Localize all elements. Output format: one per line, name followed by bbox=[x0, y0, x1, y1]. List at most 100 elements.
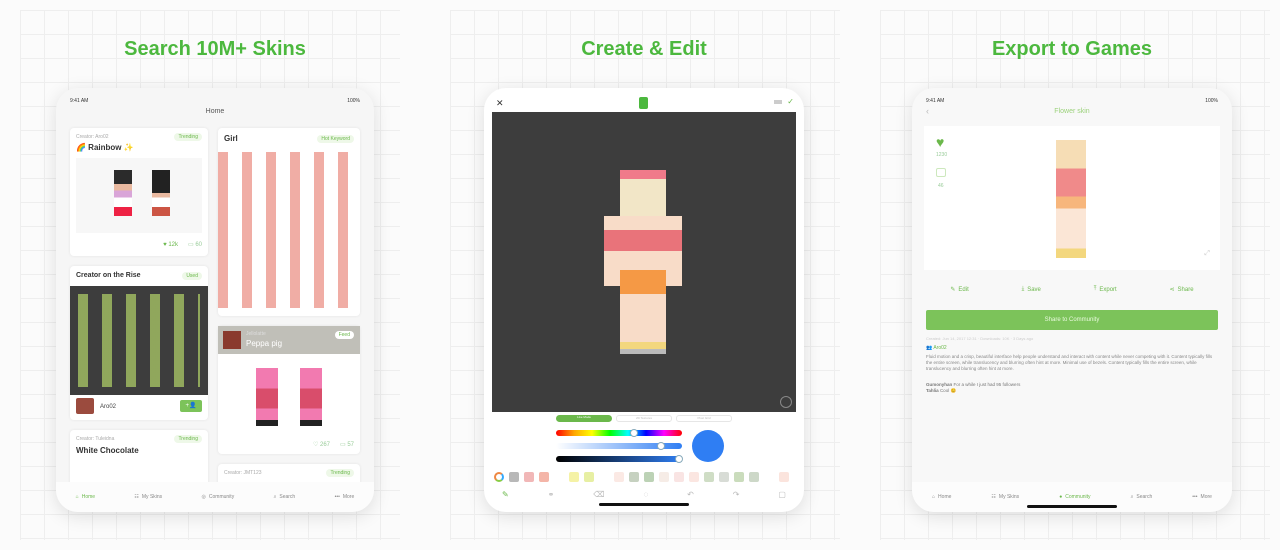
brightness-slider[interactable] bbox=[556, 455, 684, 463]
skins-icon: ☷ bbox=[134, 494, 139, 500]
bulb-icon[interactable]: ◌ bbox=[643, 490, 648, 499]
color-swatch[interactable] bbox=[599, 472, 609, 482]
page-title: Home bbox=[205, 108, 225, 115]
color-swatch[interactable] bbox=[509, 472, 519, 482]
close-button[interactable]: ✕ bbox=[496, 98, 504, 109]
tab-my-skins[interactable]: ☷ My Skins bbox=[134, 494, 162, 500]
author[interactable]: 👥 Aro02 bbox=[926, 345, 947, 351]
add-user-icon: +👤 bbox=[185, 403, 197, 409]
follow-button[interactable]: +👤 bbox=[180, 400, 202, 412]
status-battery: 100% bbox=[347, 98, 360, 104]
color-swatch[interactable] bbox=[749, 472, 759, 482]
mode-tabs: Live Mode 2D Textures Pixel Grid bbox=[556, 415, 732, 422]
color-swatch[interactable] bbox=[569, 472, 579, 482]
card-title: 🌈 Rainbow ✨ bbox=[76, 143, 134, 152]
share-button[interactable]: ⋖ Share bbox=[1170, 286, 1194, 294]
tab-community[interactable]: ◎ Community bbox=[202, 494, 235, 500]
tab-more[interactable]: ••• More bbox=[1192, 494, 1212, 500]
card-rainbow[interactable]: Creator: Aro02 Trending 🌈 Rainbow ✨ ♥ 12… bbox=[70, 128, 208, 256]
color-preview[interactable] bbox=[692, 430, 724, 462]
export-icon: ⤒ bbox=[1093, 286, 1097, 292]
tab-home[interactable]: ⌂ Home bbox=[76, 494, 95, 500]
swatch-row bbox=[494, 472, 789, 482]
color-swatch[interactable] bbox=[524, 472, 534, 482]
tab-more[interactable]: ••• More bbox=[335, 494, 355, 500]
skin-detail-card: ♥ 1230 46 ⤢ bbox=[924, 126, 1220, 270]
headline-search: Search 10M+ Skins bbox=[124, 38, 306, 60]
tab-2d-textures[interactable]: 2D Textures bbox=[616, 415, 672, 422]
crop-icon[interactable]: ▢ bbox=[778, 490, 786, 499]
card-title: White Chocolate bbox=[76, 446, 139, 455]
saturation-slider[interactable] bbox=[556, 442, 682, 450]
color-swatch[interactable] bbox=[614, 472, 624, 482]
tab-search[interactable]: ⌕ Search bbox=[274, 494, 296, 500]
comment-icon[interactable] bbox=[936, 168, 946, 177]
trending-badge: Trending bbox=[174, 435, 202, 443]
export-button[interactable]: ⤒ Export bbox=[1094, 286, 1117, 293]
skin-preview bbox=[76, 158, 202, 233]
color-swatch[interactable] bbox=[764, 472, 774, 482]
view-toggle-icon[interactable] bbox=[780, 396, 792, 408]
color-swatch[interactable] bbox=[734, 472, 744, 482]
trending-badge: Trending bbox=[174, 133, 202, 141]
hue-slider[interactable] bbox=[556, 429, 682, 437]
skin-model-icon[interactable] bbox=[639, 97, 648, 109]
community-icon: ● bbox=[1059, 494, 1063, 500]
color-swatch[interactable] bbox=[674, 472, 684, 482]
link-icon[interactable]: ⚭ bbox=[548, 490, 555, 499]
save-button[interactable]: ⤓ Save bbox=[1022, 286, 1041, 293]
card-girl[interactable]: Girl Hot Keyword bbox=[218, 128, 360, 316]
home-indicator bbox=[599, 503, 689, 506]
tab-home[interactable]: ⌂ Home bbox=[932, 494, 951, 500]
edit-button[interactable]: ✎ Edit bbox=[950, 286, 968, 294]
tab-search[interactable]: ⌕ Search bbox=[1131, 494, 1153, 500]
eraser-icon[interactable]: ⌫ bbox=[593, 490, 604, 499]
hue-slider-thumb[interactable] bbox=[630, 429, 639, 437]
color-swatch[interactable] bbox=[539, 472, 549, 482]
color-swatch[interactable] bbox=[779, 472, 789, 482]
color-swatch[interactable] bbox=[689, 472, 699, 482]
likes[interactable]: ♥ 12k bbox=[163, 242, 178, 248]
card-creator-rise[interactable]: Creator on the Rise Used Aro02 +👤 bbox=[70, 266, 208, 420]
device-search: 9:41 AM 100% Home Creator: Aro02 Trendin… bbox=[56, 88, 374, 512]
likes[interactable]: ♡ 267 bbox=[313, 441, 330, 448]
card-title: Peppa pig bbox=[246, 339, 283, 348]
comments[interactable]: ▭ 60 bbox=[188, 241, 202, 248]
brightness-slider-thumb[interactable] bbox=[675, 455, 684, 463]
skin-canvas[interactable] bbox=[492, 112, 796, 412]
feed-badge: Feed bbox=[334, 331, 354, 339]
tab-my-skins[interactable]: ☷ My Skins bbox=[991, 494, 1019, 500]
like-button[interactable]: ♥ bbox=[936, 134, 944, 150]
share-community-button[interactable]: Share to Community bbox=[926, 310, 1218, 330]
comment-count: 46 bbox=[938, 183, 944, 189]
hot-keyword-badge: Hot Keyword bbox=[317, 135, 354, 143]
color-swatch[interactable] bbox=[644, 472, 654, 482]
undo-icon[interactable]: ↶ bbox=[687, 490, 694, 499]
confirm-button[interactable]: ✓ bbox=[787, 97, 794, 106]
save-icon[interactable] bbox=[774, 100, 782, 104]
color-swatch[interactable] bbox=[704, 472, 714, 482]
color-swatch[interactable] bbox=[629, 472, 639, 482]
status-time: 9:41 AM bbox=[926, 98, 945, 104]
saturation-slider-thumb[interactable] bbox=[656, 442, 665, 450]
skin-back bbox=[152, 170, 170, 216]
color-swatch[interactable] bbox=[659, 472, 669, 482]
card-peppa[interactable]: Jellolatte Peppa pig Feed ♡ 267 ▭ 57 bbox=[218, 326, 360, 454]
creator-name[interactable]: Aro02 bbox=[100, 404, 116, 410]
color-swatch[interactable] bbox=[719, 472, 729, 482]
color-swatch[interactable] bbox=[584, 472, 594, 482]
tab-community[interactable]: ● Community bbox=[1059, 494, 1090, 500]
brush-icon[interactable]: ✎ bbox=[502, 490, 509, 499]
card-white-chocolate[interactable]: Creator: Tuleidna Trending White Chocola… bbox=[70, 430, 208, 490]
color-swatch[interactable] bbox=[554, 472, 564, 482]
redo-icon[interactable]: ↷ bbox=[733, 490, 740, 499]
color-wheel-icon[interactable] bbox=[494, 472, 504, 482]
tool-row: ✎ ⚭ ⌫ ◌ ↶ ↷ ▢ bbox=[502, 490, 786, 499]
comments[interactable]: ▭ 57 bbox=[340, 441, 354, 448]
back-button[interactable]: ‹ bbox=[926, 106, 929, 116]
page-title: Flower skin bbox=[1054, 108, 1090, 115]
tab-live-mode[interactable]: Live Mode bbox=[556, 415, 612, 422]
fullscreen-icon[interactable]: ⤢ bbox=[1204, 250, 1210, 258]
tab-pixel-grid[interactable]: Pixel Grid bbox=[676, 415, 732, 422]
search-icon: ⌕ bbox=[1130, 494, 1134, 500]
